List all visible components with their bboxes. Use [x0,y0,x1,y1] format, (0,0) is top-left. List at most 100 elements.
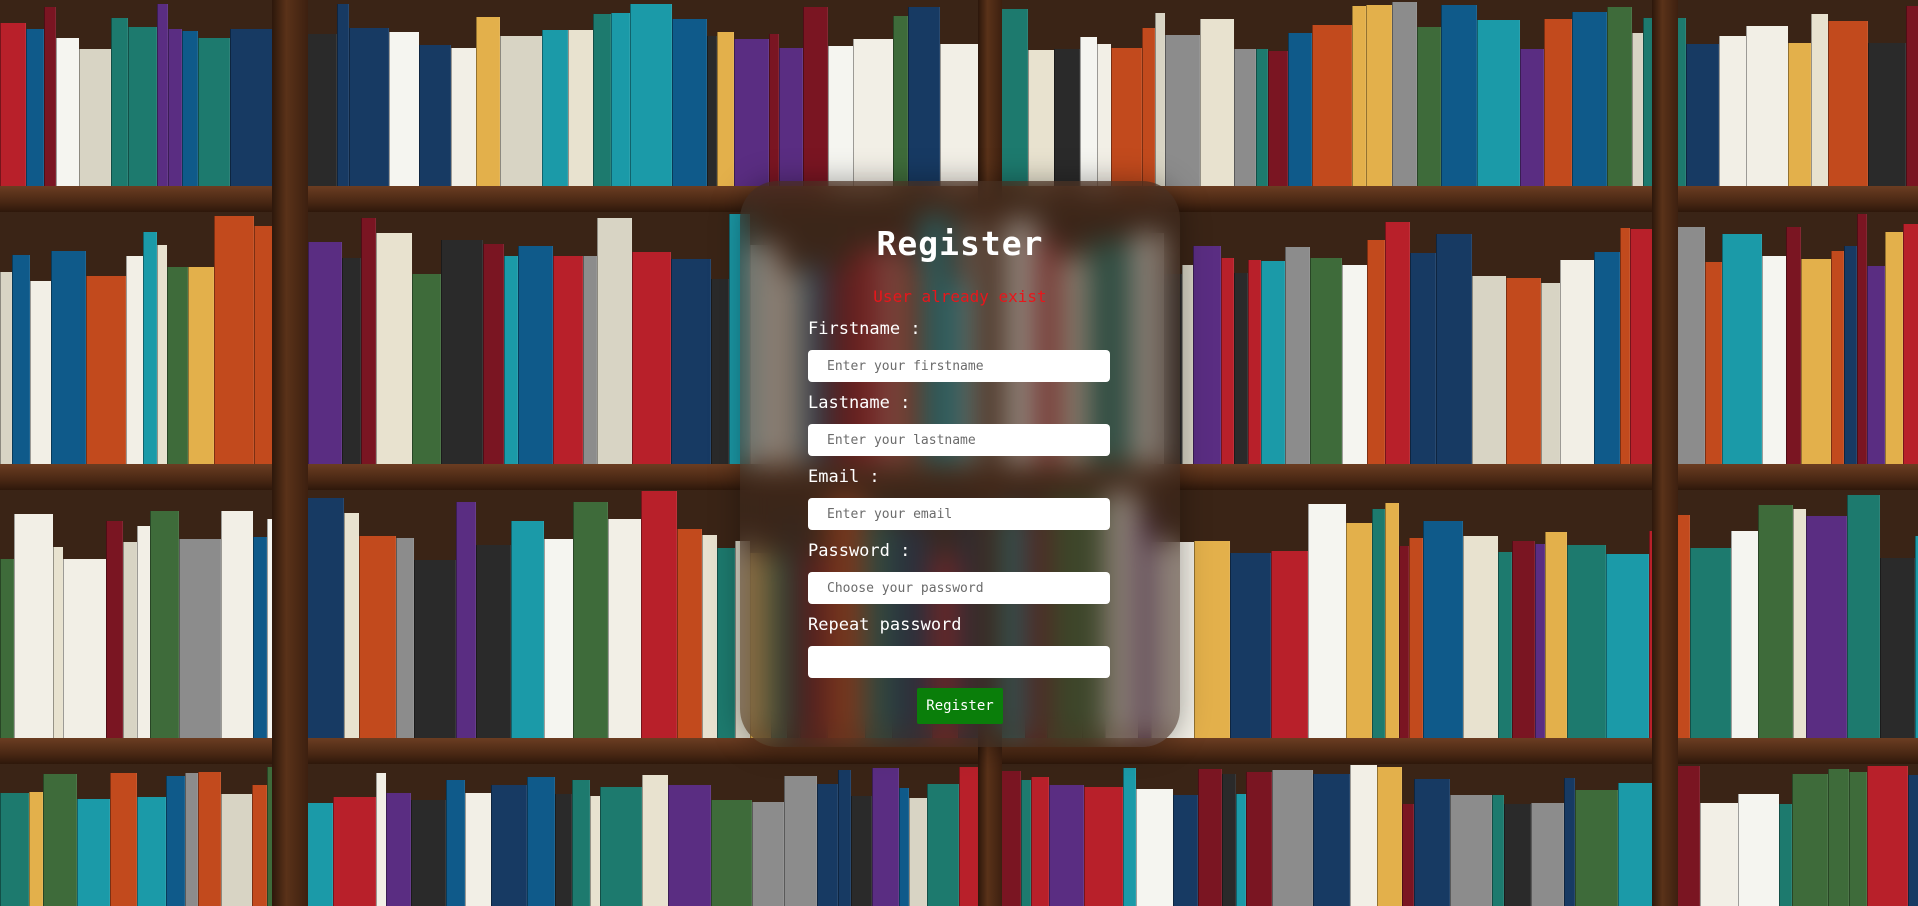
book-spine [1903,224,1918,464]
book-spine [1049,785,1084,906]
book-spine [1021,780,1031,906]
book-spine [396,538,414,738]
lastname-input[interactable] [808,424,1110,456]
book-spine [182,31,198,186]
book-spine [1738,794,1779,906]
book-spine [1234,273,1248,464]
book-spine [1285,247,1310,464]
book-spine [1779,804,1792,906]
book-spine [1308,504,1346,738]
book-spine [483,244,504,464]
book-spine [359,536,396,738]
book-spine [593,14,611,186]
book-spine [899,788,909,906]
password-input[interactable] [808,572,1110,604]
book-spine [1350,765,1377,906]
book-spine [221,794,252,906]
firstname-label: Firstname : [808,319,921,339]
book-spine [476,545,511,738]
book-spine [1142,28,1155,186]
book-spine [909,798,927,906]
book-spine [1575,790,1618,906]
book-spine [1477,20,1520,186]
book-spine [185,773,198,906]
book-spine [1410,253,1436,464]
book-spine [44,7,56,186]
book-spine [1801,259,1831,464]
register-panel: Register User already exist Firstname : … [740,181,1180,747]
book-spine [838,770,851,906]
book-spine [1676,766,1700,906]
book-spine [1857,214,1867,464]
book-spine [221,511,253,738]
book-spine [1541,283,1560,464]
book-spine [630,4,672,186]
book-spine [642,775,668,906]
book-spine [446,780,465,906]
book-spine [1700,803,1738,906]
book-spine [1441,5,1477,186]
book-spine [779,48,803,186]
book-spine [500,36,542,186]
book-spine [1342,265,1367,464]
book-spine [451,48,476,186]
shelf-upright [272,0,308,906]
book-spine [940,44,978,186]
book-spine [143,232,157,464]
book-spine [568,30,593,186]
book-spine [106,521,123,738]
book-spine [337,4,349,186]
book-spine [123,542,137,738]
book-spine [828,46,853,186]
book-spine [137,526,150,738]
firstname-input[interactable] [808,350,1110,382]
book-spine [1031,777,1049,906]
book-spine [1080,37,1097,186]
book-spine [157,4,168,186]
email-input[interactable] [808,498,1110,530]
register-button[interactable]: Register [917,688,1003,724]
book-spine [1236,794,1246,906]
book-spine [717,548,735,738]
book-spine [51,251,86,464]
book-spine [389,32,419,186]
book-spine [157,245,167,464]
book-spine [1054,49,1080,186]
book-spine [419,45,451,186]
book-spine [853,39,893,186]
book-spine [1028,50,1054,186]
password-label: Password : [808,541,911,561]
book-spine [1811,14,1828,186]
book-spine [1352,6,1366,186]
book-spine [198,772,221,906]
book-spine [456,502,476,738]
book-spine [1450,795,1492,906]
repeat-password-input[interactable] [808,646,1110,678]
book-spine [1246,772,1272,906]
book-spine [734,39,769,186]
book-spine [671,259,711,464]
book-spine [1758,505,1793,738]
book-spine [1136,789,1173,906]
book-spine [1762,256,1786,464]
book-spine [1686,44,1719,186]
book-spine [56,38,79,186]
book-spine [1310,258,1342,464]
book-spine [1271,551,1308,738]
book-spine [1268,51,1288,186]
book-spine [376,773,386,906]
book-spine [1786,227,1801,464]
book-spine [1417,27,1441,186]
book-spine [1564,778,1575,906]
book-spine [1792,774,1828,906]
book-spine [711,800,752,906]
book-spine [77,799,110,906]
book-spine [1719,36,1746,186]
book-spine [1409,538,1423,738]
book-spine [361,218,376,464]
email-label: Email : [808,467,880,487]
book-spine [608,519,641,738]
book-spine [111,18,128,186]
book-spine [1620,228,1630,464]
book-spine [86,276,126,464]
